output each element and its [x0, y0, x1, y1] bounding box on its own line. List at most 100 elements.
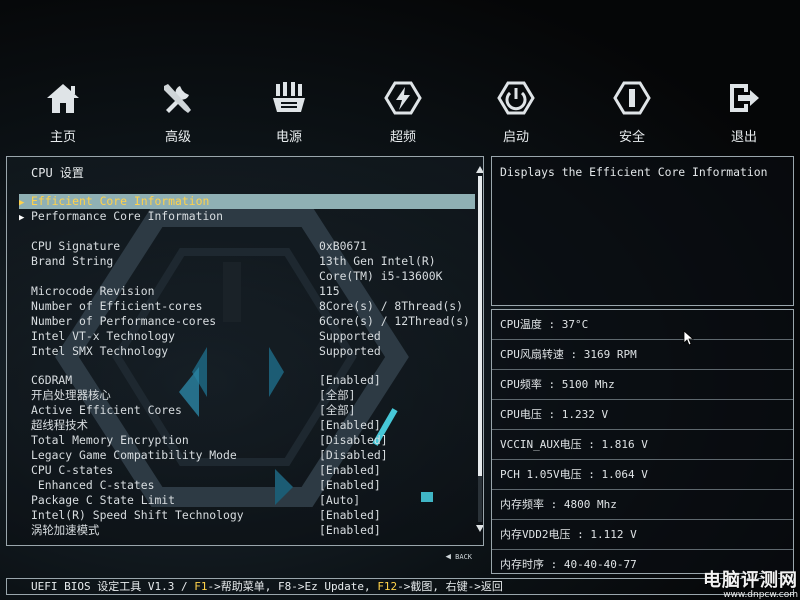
monitor-vccin-aux: VCCIN_AUX电压 : 1.816 V [492, 430, 793, 460]
setting-enhanced-c-states[interactable]: Enhanced C-states [Enabled] [31, 478, 381, 493]
info-value: 8Core(s) / 8Thread(s) [319, 299, 464, 313]
nav-label: 高级 [164, 130, 191, 145]
monitor-memory-vdd2: 内存VDD2电压 : 1.112 V [492, 520, 793, 550]
nav-label: 退出 [730, 130, 757, 145]
nav-advanced[interactable]: 高级 [138, 80, 218, 145]
setting-value[interactable]: [Enabled] [319, 373, 381, 388]
setting-label: CPU C-states [31, 463, 114, 477]
setting-value[interactable]: [Disabled] [319, 448, 388, 463]
monitor-memory-freq: 内存频率 : 4800 Mhz [492, 490, 793, 520]
info-performance-cores: Number of Performance-cores 6Core(s) / 1… [31, 314, 470, 329]
monitor-pch-voltage: PCH 1.05V电压 : 1.064 V [492, 460, 793, 490]
setting-label: 开启处理器核心 [31, 388, 111, 402]
info-label: Number of Performance-cores [31, 314, 217, 328]
setting-speed-shift[interactable]: Intel(R) Speed Shift Technology [Enabled… [31, 508, 381, 523]
scroll-up-arrow-icon[interactable] [476, 166, 483, 173]
setting-value[interactable]: [Enabled] [319, 463, 381, 478]
monitor-cpu-voltage: CPU电压 : 1.232 V [492, 400, 793, 430]
setting-label: 涡轮加速模式 [31, 523, 100, 537]
setting-cpu-c-states[interactable]: CPU C-states [Enabled] [31, 463, 381, 478]
info-efficient-cores: Number of Efficient-cores 8Core(s) / 8Th… [31, 299, 463, 314]
info-value: 6Core(s) / 12Thread(s) [319, 314, 470, 328]
setting-active-cores[interactable]: 开启处理器核心 [全部] [31, 388, 356, 403]
setting-label: Active Efficient Cores [31, 403, 182, 417]
mouse-cursor-icon [683, 330, 695, 346]
setting-label: Total Memory Encryption [31, 433, 189, 447]
setting-value[interactable]: [Disabled] [319, 433, 388, 448]
nav-overclock[interactable]: 超频 [363, 80, 443, 145]
setting-value[interactable]: [Enabled] [319, 478, 381, 493]
exit-icon [730, 84, 759, 112]
setting-c6dram[interactable]: C6DRAM [Enabled] [31, 373, 381, 388]
hardware-monitor-panel: CPU温度 : 37°C CPU风扇转速 : 3169 RPM CPU频率 : … [491, 309, 794, 574]
watermark: 电脑评测网 www.dnpcw.com [700, 566, 798, 600]
scroll-down-arrow-icon[interactable] [476, 525, 483, 532]
section-title: CPU 设置 [31, 166, 84, 180]
setting-value[interactable]: [全部] [319, 403, 356, 418]
nav-label: 启动 [502, 130, 529, 145]
setting-value[interactable]: [Enabled] [319, 523, 381, 538]
info-value: Supported [319, 329, 381, 343]
info-value: 13th Gen Intel(R) [319, 254, 436, 268]
setting-label: Intel(R) Speed Shift Technology [31, 508, 244, 522]
back-button[interactable]: ◀ BACK [432, 550, 473, 564]
nav-label: 超频 [389, 130, 416, 145]
overclock-icon [384, 81, 422, 115]
back-arrow-icon: ◀ [445, 552, 451, 562]
setting-hyper-threading[interactable]: 超线程技术 [Enabled] [31, 418, 381, 433]
setting-turbo-mode[interactable]: 涡轮加速模式 [Enabled] [31, 523, 381, 538]
nav-exit[interactable]: 退出 [704, 80, 784, 145]
triangle-right-icon: ▶ [19, 213, 25, 223]
cpu-settings-panel: CPU 设置 ▶ Efficient Core Information ▶ Perf… [6, 156, 484, 546]
setting-value[interactable]: [Enabled] [319, 508, 381, 523]
top-navigation: 主页 高级 电源 超频 启动 安全 退出 [0, 80, 800, 146]
status-prefix: UEFI BIOS 设定工具 V1.3 / [31, 580, 195, 593]
setting-value[interactable]: [全部] [319, 388, 356, 403]
submenu-label: Efficient Core Information [31, 194, 210, 208]
status-bar: UEFI BIOS 设定工具 V1.3 / F1->帮助菜单, F8->Ez U… [6, 578, 794, 595]
setting-legacy-game-compatibility[interactable]: Legacy Game Compatibility Mode [Disabled… [31, 448, 388, 463]
status-f1-text: ->帮助菜单, F8->Ez Update, [207, 580, 378, 593]
submenu-efficient-core-information[interactable]: ▶ Efficient Core Information [19, 194, 475, 209]
info-vtx: Intel VT-x Technology Supported [31, 329, 381, 344]
nav-home[interactable]: 主页 [23, 80, 103, 145]
power-button-icon [497, 81, 535, 115]
info-value: 0xB0671 [319, 239, 368, 253]
monitor-cpu-freq: CPU频率 : 5100 Mhz [492, 370, 793, 400]
setting-label: Package C State Limit [31, 493, 176, 507]
setting-value[interactable]: [Enabled] [319, 418, 381, 433]
info-label: CPU Signature [31, 239, 121, 253]
help-text: Displays the Efficient Core Information [500, 165, 768, 179]
info-value: Core(TM) i5-13600K [319, 269, 443, 283]
setting-label: Enhanced C-states [31, 478, 155, 492]
setting-label: Legacy Game Compatibility Mode [31, 448, 237, 462]
setting-label: C6DRAM [31, 373, 73, 387]
f12-key: F12 [377, 580, 398, 593]
security-icon [613, 81, 651, 115]
nav-boot[interactable]: 启动 [476, 80, 556, 145]
nav-label: 电源 [275, 130, 302, 145]
setting-total-memory-encryption[interactable]: Total Memory Encryption [Disabled] [31, 433, 388, 448]
scroll-thumb[interactable] [478, 176, 482, 476]
submenu-performance-core-information[interactable]: ▶ Performance Core Information [19, 209, 475, 224]
info-cpu-signature: CPU Signature 0xB0671 [31, 239, 367, 254]
scrollbar[interactable] [476, 166, 483, 532]
tools-icon [164, 84, 191, 113]
setting-label: 超线程技术 [31, 418, 88, 432]
info-microcode-revision: Microcode Revision 115 [31, 284, 340, 299]
monitor-cpu-fan: CPU风扇转速 : 3169 RPM [492, 340, 793, 370]
nav-label: 安全 [618, 130, 645, 145]
setting-package-c-state-limit[interactable]: Package C State Limit [Auto] [31, 493, 360, 508]
info-value: Supported [319, 344, 381, 358]
status-f12-text: ->截图, 右键->返回 [397, 580, 503, 593]
setting-active-efficient-cores[interactable]: Active Efficient Cores [全部] [31, 403, 356, 418]
info-brand-string: Brand String 13th Gen Intel(R) [31, 254, 436, 269]
power-supply-icon [273, 82, 305, 112]
info-smx: Intel SMX Technology Supported [31, 344, 381, 359]
nav-security[interactable]: 安全 [592, 80, 672, 145]
submenu-label: Performance Core Information [31, 209, 224, 223]
setting-value[interactable]: [Auto] [319, 493, 360, 508]
info-label: Intel VT-x Technology [31, 329, 176, 343]
home-icon [47, 84, 79, 113]
nav-power-supply[interactable]: 电源 [249, 80, 329, 145]
